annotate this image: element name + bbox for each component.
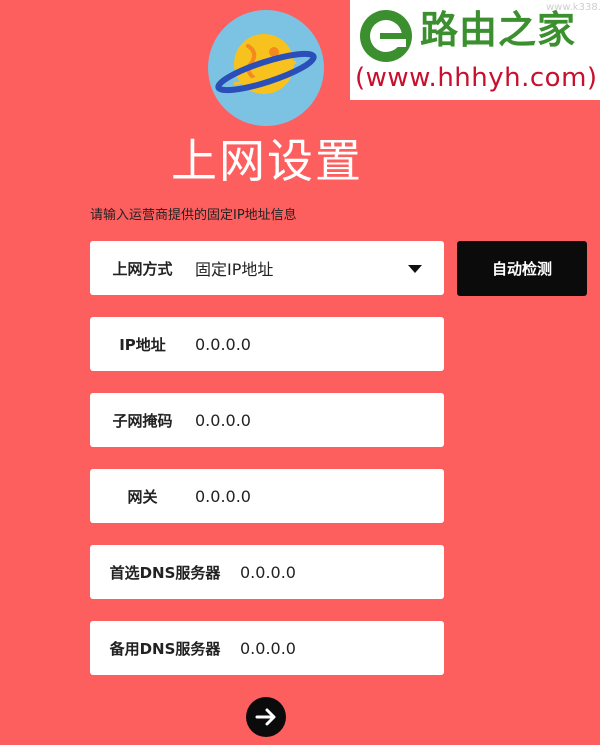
subnet-mask-field[interactable]: 子网掩码 0.0.0.0 — [90, 393, 444, 447]
hint-text: 请输入运营商提供的固定IP地址信息 — [90, 208, 297, 223]
watermark: 路由之家 (www.hhhyh.com) www.k338.com — [350, 0, 600, 100]
ip-address-label: IP地址 — [119, 335, 166, 354]
subnet-mask-label: 子网掩码 — [112, 411, 173, 430]
arrow-right-icon — [255, 708, 276, 726]
watermark-title: 路由之家 — [420, 8, 577, 52]
connection-type-value: 固定IP地址 — [195, 260, 274, 279]
connection-type-select[interactable]: 上网方式 固定IP地址 — [90, 241, 444, 295]
secondary-dns-input[interactable]: 0.0.0.0 — [240, 639, 296, 658]
planet-logo-icon — [208, 10, 324, 126]
primary-dns-field[interactable]: 首选DNS服务器 0.0.0.0 — [90, 545, 444, 599]
caret-down-icon[interactable] — [408, 265, 422, 273]
primary-dns-input[interactable]: 0.0.0.0 — [240, 563, 296, 582]
gateway-field[interactable]: 网关 0.0.0.0 — [90, 469, 444, 523]
gateway-label: 网关 — [127, 487, 158, 506]
connection-type-label: 上网方式 — [112, 259, 173, 278]
watermark-url: (www.hhhyh.com) — [355, 63, 598, 93]
watermark-faint-text: www.k338.com — [546, 2, 600, 13]
next-button[interactable] — [246, 697, 286, 737]
secondary-dns-field[interactable]: 备用DNS服务器 0.0.0.0 — [90, 621, 444, 675]
subnet-mask-input[interactable]: 0.0.0.0 — [195, 411, 251, 430]
secondary-dns-label: 备用DNS服务器 — [109, 639, 221, 658]
ip-address-field[interactable]: IP地址 0.0.0.0 — [90, 317, 444, 371]
page-title: 上网设置 — [171, 134, 363, 188]
ip-address-input[interactable]: 0.0.0.0 — [195, 335, 251, 354]
auto-detect-button[interactable]: 自动检测 — [457, 241, 587, 296]
watermark-e-icon — [360, 10, 412, 62]
primary-dns-label: 首选DNS服务器 — [109, 563, 221, 582]
gateway-input[interactable]: 0.0.0.0 — [195, 487, 251, 506]
